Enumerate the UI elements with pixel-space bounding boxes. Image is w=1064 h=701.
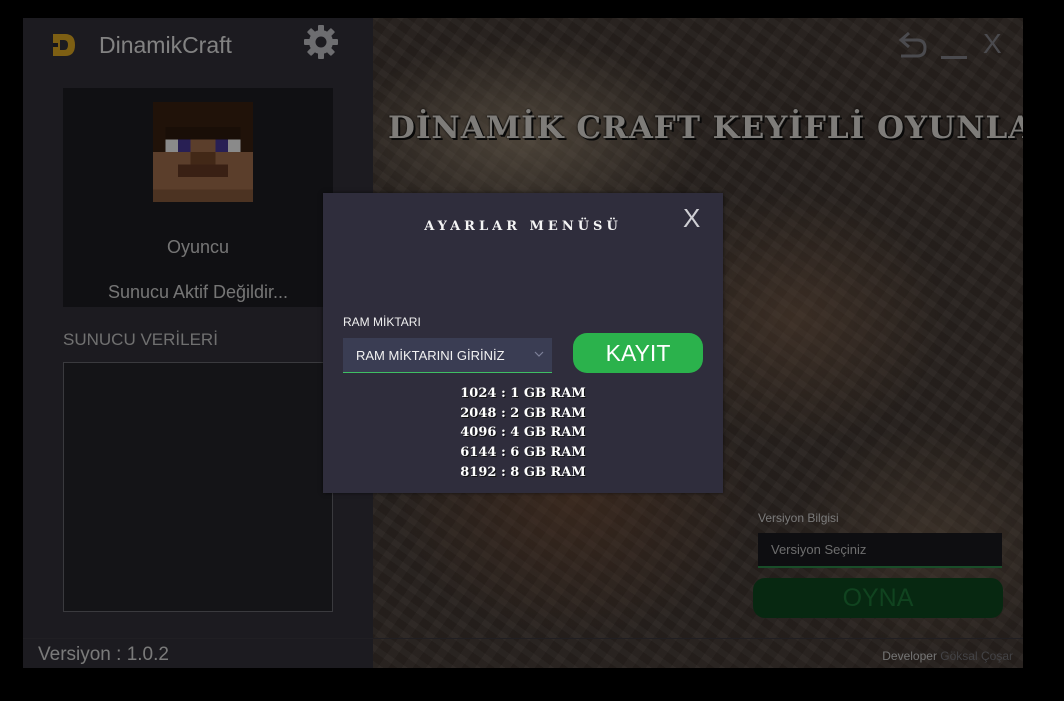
ram-input-placeholder: RAM MİKTARINI GİRİNİZ: [356, 348, 505, 363]
ram-hint-item: 2048 : 2 GB RAM: [460, 405, 586, 421]
ram-hint-item: 6144 : 6 GB RAM: [460, 445, 586, 461]
ram-label: RAM MİKTARI: [343, 315, 421, 329]
ram-hint-item: 8192 : 8 GB RAM: [460, 464, 586, 480]
ram-hint-item: 1024 : 1 GB RAM: [460, 386, 586, 401]
save-button[interactable]: KAYIT: [573, 333, 703, 373]
ram-hint-item: 4096 : 4 GB RAM: [460, 425, 586, 441]
settings-modal: AYARLAR MENÜSÜ X RAM MİKTARI RAM MİKTARI…: [323, 193, 723, 493]
modal-title: AYARLAR MENÜSÜ: [424, 219, 622, 234]
ram-hints-list: 1024 : 1 GB RAM 2048 : 2 GB RAM 4096 : 4…: [323, 384, 723, 482]
chevron-down-icon: [534, 351, 544, 357]
ram-input[interactable]: RAM MİKTARINI GİRİNİZ: [343, 338, 552, 373]
close-modal-button[interactable]: X: [683, 203, 700, 234]
